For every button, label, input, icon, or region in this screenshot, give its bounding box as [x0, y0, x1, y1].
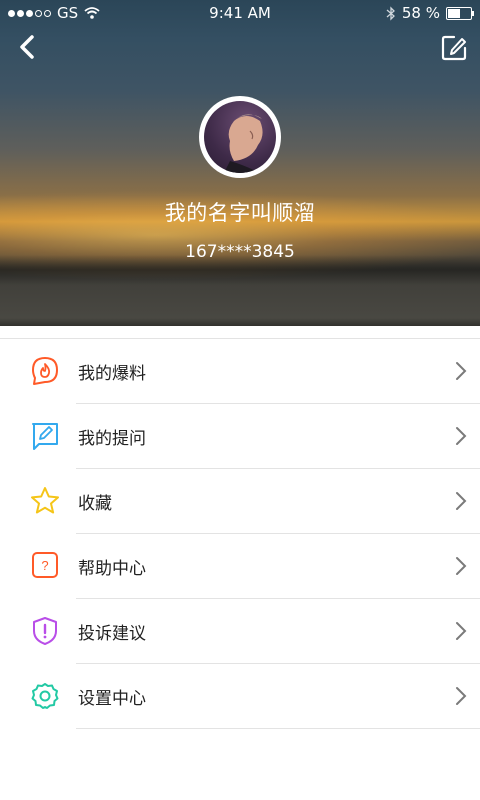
- menu-item-label: 我的提问: [78, 429, 146, 449]
- header-bottom-shade: [0, 318, 480, 326]
- avatar[interactable]: [199, 96, 281, 178]
- battery-icon: [446, 6, 474, 20]
- menu-item-label: 帮助中心: [78, 559, 146, 579]
- svg-text:?: ?: [41, 558, 48, 573]
- profile-header: GS 9:41 AM 58 % 我的名字叫顺溜 167****3845: [0, 0, 480, 326]
- question-bubble-icon: ?: [32, 552, 58, 578]
- menu-item-label: 投诉建议: [78, 624, 146, 644]
- chevron-right-icon: [456, 557, 467, 575]
- status-right: 58 %: [386, 4, 474, 22]
- battery-percent: 58 %: [401, 4, 440, 22]
- shield-alert-icon: [33, 617, 57, 645]
- flame-bubble-icon: [32, 357, 58, 385]
- username: 我的名字叫顺溜: [164, 201, 316, 225]
- pencil-bubble-icon: [32, 423, 58, 450]
- menu-item-settings[interactable]: 设置中心: [31, 664, 480, 729]
- chevron-right-icon: [456, 362, 467, 380]
- section-divider: [0, 326, 480, 339]
- phone-number: 167****3845: [185, 242, 295, 262]
- menu-item-favorites[interactable]: 收藏: [31, 469, 480, 534]
- star-icon: [31, 487, 59, 514]
- menu-item-help-center[interactable]: ? 帮助中心: [32, 534, 480, 599]
- profile-menu: 我的爆料 我的提问 收藏 ? 帮助中心 投诉建议 设置中心: [0, 339, 480, 729]
- chevron-right-icon: [456, 622, 467, 640]
- menu-item-my-tips[interactable]: 我的爆料: [32, 339, 480, 404]
- menu-item-feedback[interactable]: 投诉建议: [33, 599, 480, 664]
- chevron-left-icon: [20, 35, 34, 59]
- menu-item-label: 设置中心: [78, 689, 146, 709]
- menu-item-label: 收藏: [78, 494, 112, 514]
- status-bar: GS 9:41 AM 58 %: [0, 0, 480, 26]
- menu-item-my-questions[interactable]: 我的提问: [32, 404, 480, 469]
- bluetooth-icon: [386, 5, 395, 21]
- edit-profile-button[interactable]: [440, 34, 468, 62]
- chevron-right-icon: [456, 687, 467, 705]
- edit-icon: [441, 35, 467, 61]
- menu-item-label: 我的爆料: [78, 364, 146, 384]
- chevron-right-icon: [456, 492, 467, 510]
- avatar-photo: [204, 101, 276, 173]
- back-button[interactable]: [14, 33, 42, 61]
- gear-icon: [31, 683, 59, 709]
- avatar-portrait-image: [224, 114, 263, 173]
- chevron-right-icon: [456, 427, 467, 445]
